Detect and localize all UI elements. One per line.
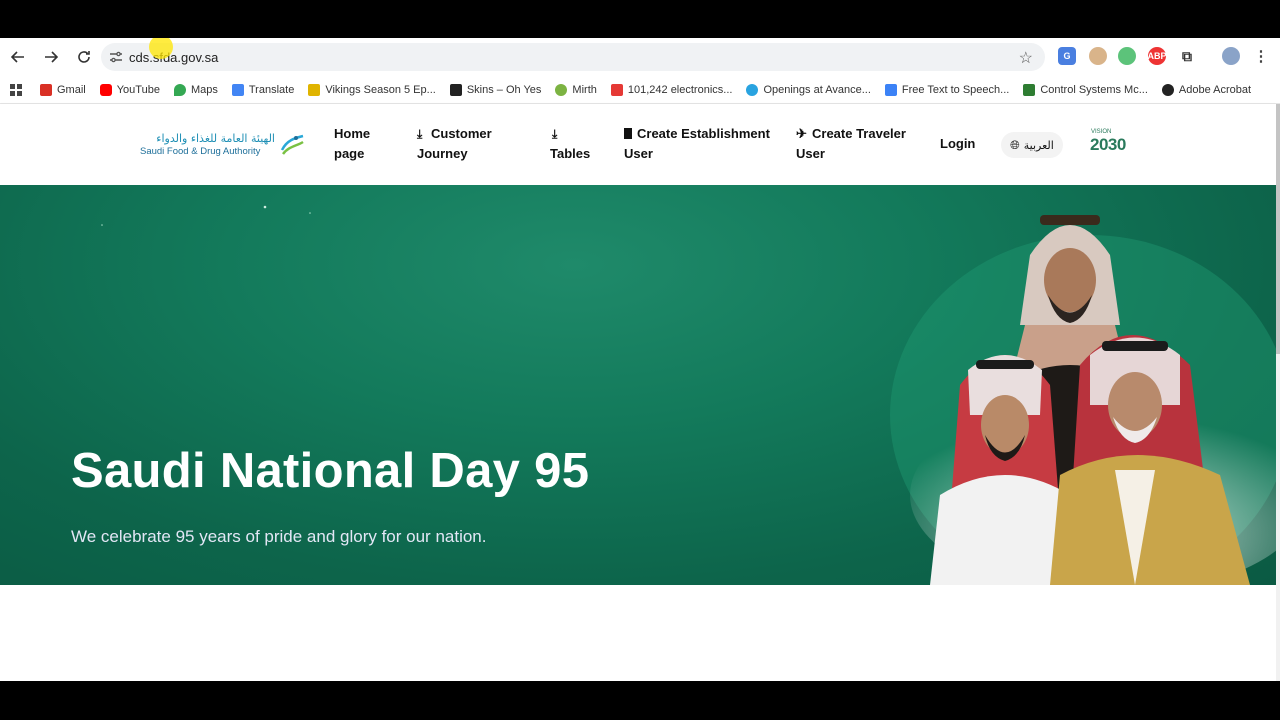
nav-tables-line2: Tables (550, 146, 591, 161)
globe-icon: 🌐︎ (1010, 137, 1020, 152)
nav-tables[interactable]: ⤓ Tables (550, 124, 590, 164)
extensions-puzzle-icon[interactable]: ⧉ (1178, 47, 1196, 65)
bookmark-label: Gmail (57, 83, 86, 96)
bookmark-item[interactable]: Maps (173, 83, 218, 96)
mirth-icon (555, 83, 568, 96)
nav-traveler-line2: User (796, 146, 825, 161)
back-icon[interactable] (3, 42, 33, 72)
hero-title: Saudi National Day 95 (71, 444, 590, 498)
site-header: الهيئة العامة للغذاء والدواء Saudi Food … (0, 104, 1276, 185)
url-text[interactable]: cds.sfda.gov.sa (129, 50, 218, 65)
download-icon: ⤓ (417, 127, 423, 141)
bookmark-item[interactable]: Skins – Oh Yes (449, 83, 542, 96)
language-label: العربية (1023, 138, 1054, 152)
logo-arabic-text: الهيئة العامة للغذاء والدواء (156, 132, 275, 145)
nav-create-establishment-user[interactable]: Create Establishment User (624, 124, 770, 164)
bookmark-label: Adobe Acrobat (1178, 83, 1252, 96)
nav-customer-journey[interactable]: ⤓ Customer Journey (417, 124, 492, 164)
hero-subtitle: We celebrate 95 years of pride and glory… (71, 527, 487, 546)
bookmark-item[interactable]: Gmail (40, 83, 86, 96)
bookmark-item[interactable]: Vikings Season 5 Ep... (308, 83, 436, 96)
apps-grid-icon[interactable] (10, 83, 22, 96)
bookmark-icon (308, 83, 321, 96)
bookmarks-bar: Gmail YouTube Maps Translate Vikings Sea… (0, 76, 1280, 104)
forward-icon[interactable] (36, 42, 66, 72)
adblock-icon[interactable]: ABP (1148, 47, 1167, 65)
control-icon (1023, 83, 1036, 96)
bookmark-label: YouTube (116, 83, 160, 96)
bookmark-icon (449, 83, 462, 96)
sfda-mark-icon (280, 134, 304, 155)
extension-face-icon[interactable] (1089, 47, 1107, 65)
download-icon: ⤓ (552, 127, 558, 141)
nav-home-line1: Home (334, 126, 371, 141)
nav-create-traveler-user[interactable]: ✈ Create Traveler User (796, 124, 906, 164)
acrobat-icon (1161, 83, 1174, 96)
maps-icon (173, 83, 186, 96)
nav-establishment-line1: Create Establishment (637, 126, 770, 141)
bookmark-label: Translate (248, 83, 295, 96)
nav-traveler-line1: Create Traveler (812, 126, 906, 141)
bookmark-item[interactable]: 101,242 electronics... (610, 83, 733, 96)
logo-english-text: Saudi Food & Drug Authority (140, 146, 261, 157)
bookmark-label: Free Text to Speech... (901, 83, 1010, 96)
translate-icon (231, 83, 244, 96)
scrollbar-thumb[interactable] (1276, 104, 1280, 354)
bookmark-item[interactable]: Free Text to Speech... (884, 83, 1010, 96)
screen: cds.sfda.gov.sa ☆ G ABP ⧉ ⋮ Gmail YouTub… (0, 0, 1280, 720)
bookmark-item[interactable]: Control Systems Mc... (1023, 83, 1148, 96)
vision-2030-text: 2030 (1090, 135, 1126, 154)
nav-establishment-line2: User (624, 146, 653, 161)
nav-home-line2: page (334, 146, 365, 161)
bookmark-label: Control Systems Mc... (1040, 83, 1148, 96)
address-bar[interactable]: cds.sfda.gov.sa ☆ (101, 38, 1045, 71)
bookmark-label: 101,242 electronics... (627, 83, 733, 96)
bookmark-item[interactable]: Adobe Acrobat (1161, 83, 1252, 96)
hero-banner: Saudi National Day 95 We celebrate 95 ye… (0, 185, 1276, 585)
n-icon (884, 83, 897, 96)
bookmark-item[interactable]: YouTube (99, 83, 160, 96)
browser-toolbar: cds.sfda.gov.sa ☆ G ABP ⧉ ⋮ (0, 38, 1280, 76)
openings-icon (746, 83, 759, 96)
youtube-icon (99, 83, 112, 96)
browser-window: cds.sfda.gov.sa ☆ G ABP ⧉ ⋮ Gmail YouTub… (0, 38, 1280, 681)
menu-kebab-icon[interactable]: ⋮ (1252, 47, 1270, 65)
bookmark-label: Skins – Oh Yes (466, 83, 542, 96)
language-toggle-button[interactable]: 🌐︎ العربية (1001, 132, 1063, 158)
nav-customer-line2: Journey (417, 146, 468, 161)
sfda-logo[interactable]: الهيئة العامة للغذاء والدواء Saudi Food … (140, 132, 305, 160)
s-icon (610, 83, 623, 96)
nav-customer-line1: Customer (431, 126, 492, 141)
vision-2030-logo: VISION 2030 (1089, 129, 1137, 161)
leaders-portrait-image (910, 215, 1276, 585)
bookmark-item[interactable]: Openings at Avance... (746, 83, 871, 96)
bookmark-label: Openings at Avance... (763, 83, 871, 96)
site-info-icon[interactable] (103, 43, 129, 71)
login-link[interactable]: Login (940, 134, 975, 154)
building-icon (624, 128, 632, 139)
extension-leaf-icon[interactable] (1118, 47, 1136, 65)
gmail-icon (40, 83, 52, 96)
bookmark-item[interactable]: Translate (231, 83, 295, 96)
reload-icon[interactable] (69, 42, 99, 72)
plane-icon: ✈ (796, 126, 807, 141)
profile-avatar[interactable] (1222, 47, 1240, 65)
page-content-area (0, 585, 1276, 681)
nav-home-page[interactable]: Home page (334, 124, 370, 164)
bookmark-label: Mirth (572, 83, 597, 96)
translate-extension-icon[interactable]: G (1058, 47, 1076, 65)
page-scrollbar[interactable] (1276, 104, 1280, 681)
bookmark-item[interactable]: Mirth (555, 83, 597, 96)
bookmark-label: Maps (190, 83, 218, 96)
bookmark-star-icon[interactable]: ☆ (1019, 48, 1033, 68)
bookmark-label: Vikings Season 5 Ep... (325, 83, 436, 96)
